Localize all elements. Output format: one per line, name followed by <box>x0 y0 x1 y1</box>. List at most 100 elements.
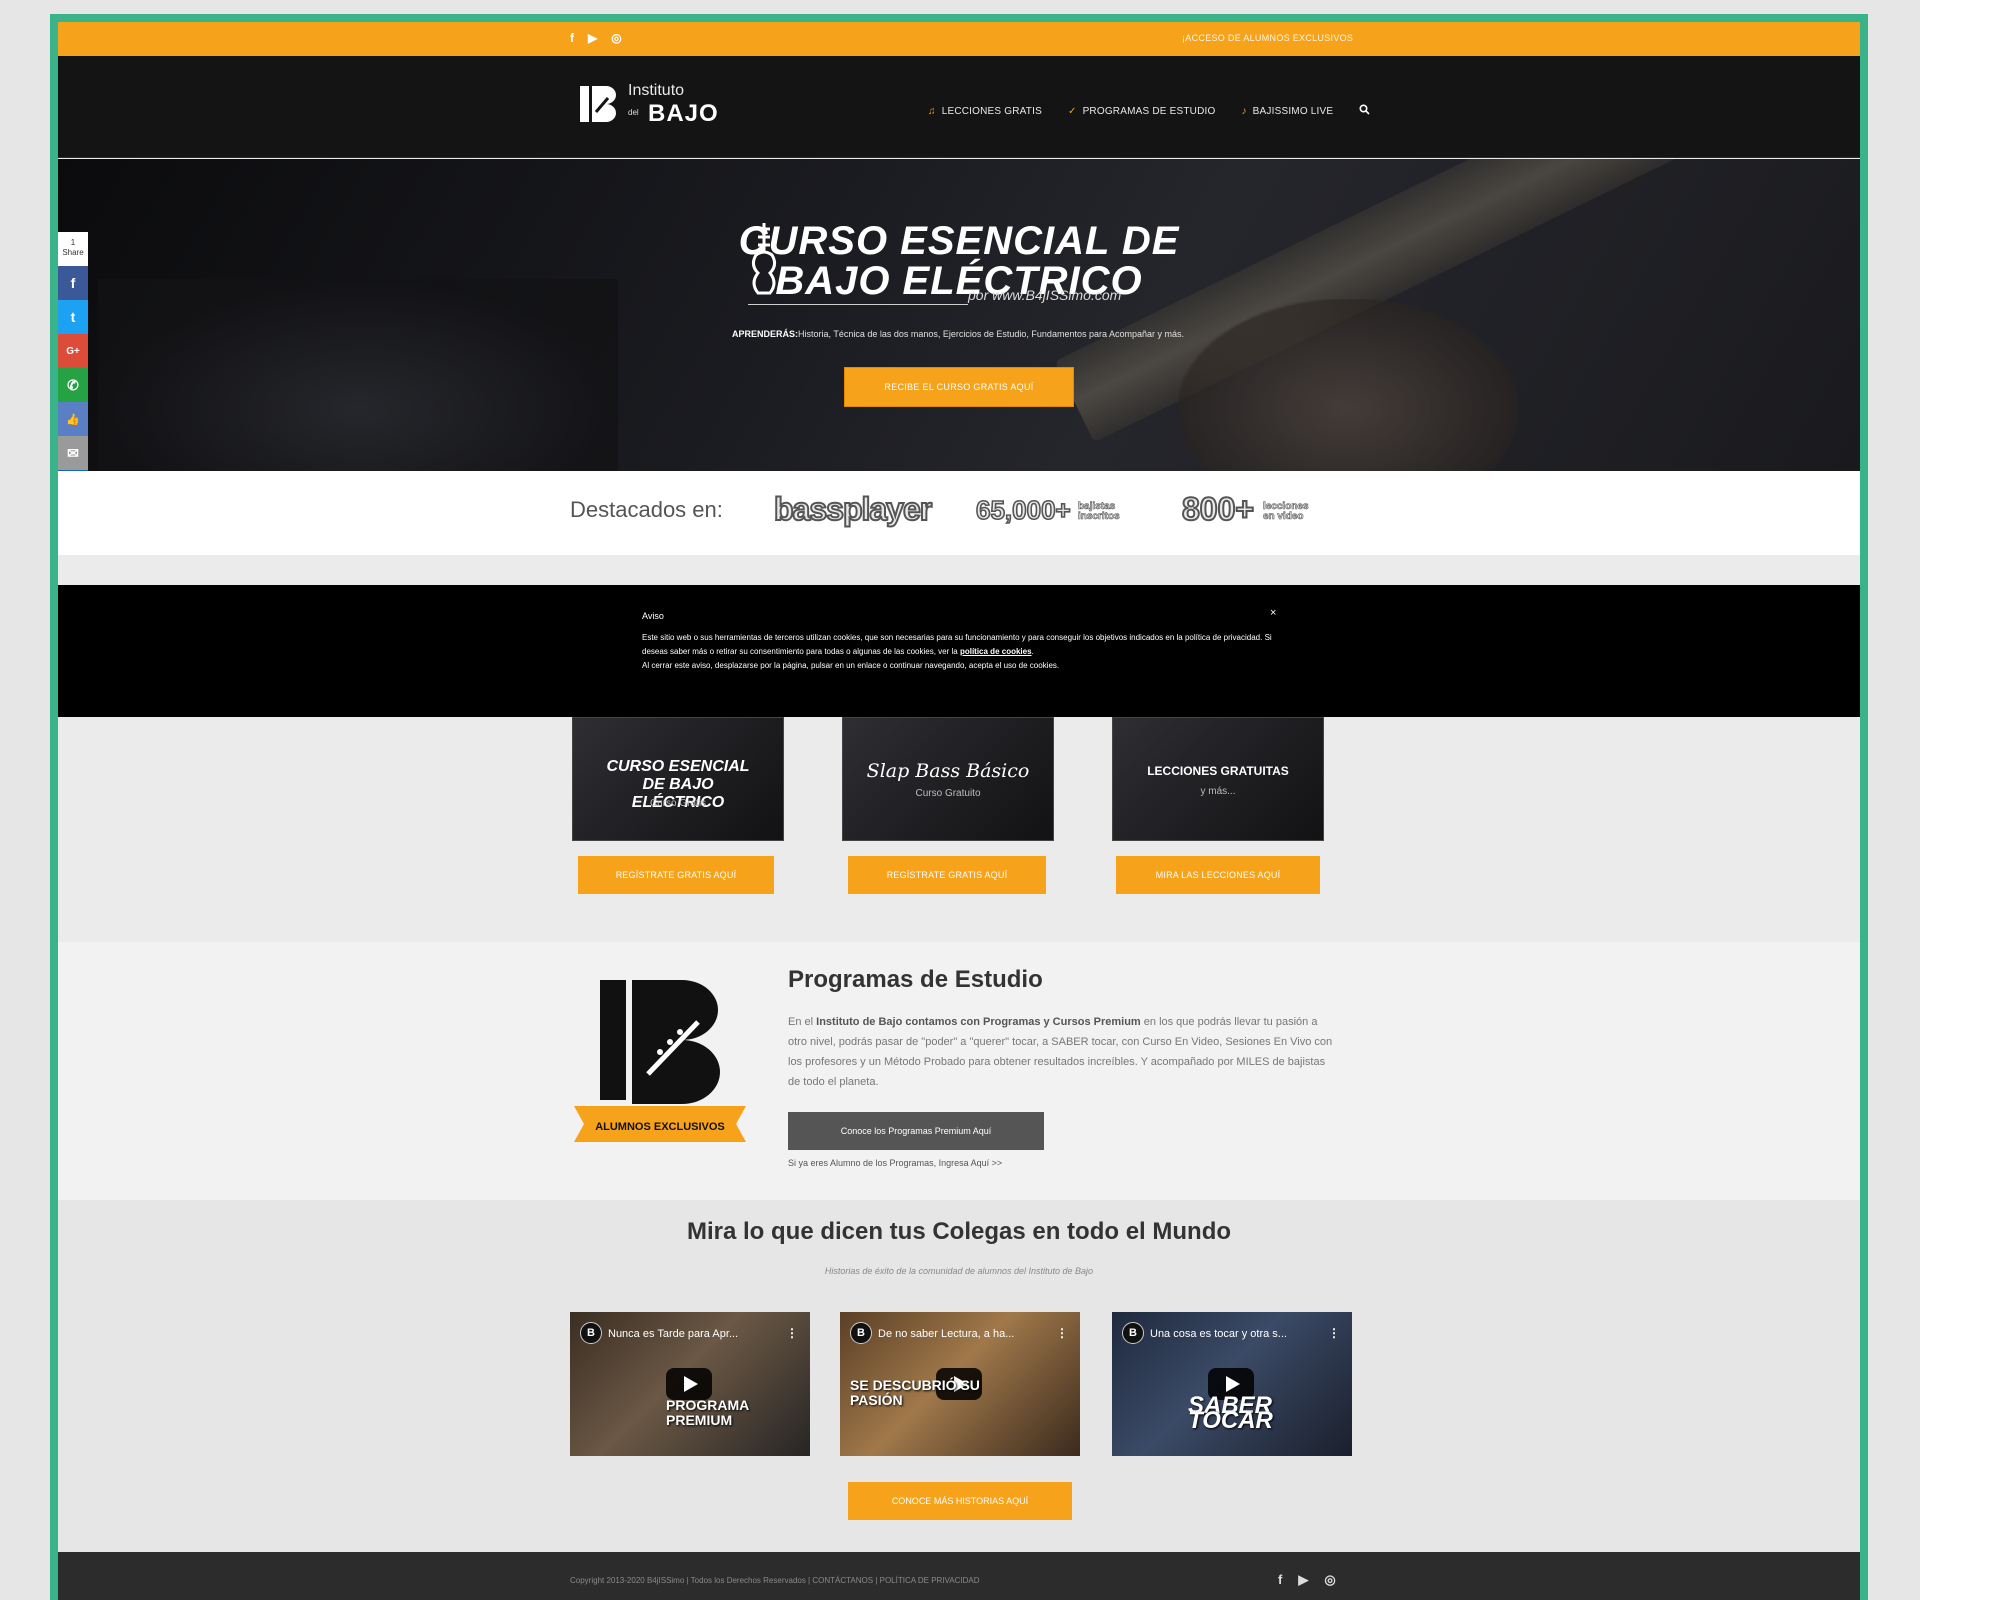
course-card-subtitle: Curso Gratuito <box>915 788 981 799</box>
course-card-title: Slap Bass Básico <box>866 760 1030 782</box>
cookie-text: Este sitio web o sus herramientas de ter… <box>642 633 1272 670</box>
footer-social-links: f ▶ ◎ <box>1278 1572 1336 1588</box>
programs-section: ALUMNOS EXCLUSIVOS Programas de Estudio … <box>58 942 1860 1200</box>
lessons-count-label: lecciones en video <box>1262 500 1309 522</box>
testimonials-subtitle: Historias de éxito de la comunidad de al… <box>824 1266 1094 1276</box>
course-card-subtitle: y más... <box>1200 786 1236 797</box>
testimonials-title: Mira lo que dicen tus Colegas en todo el… <box>686 1218 1232 1245</box>
course-card-subtitle: Curso Gratis <box>649 798 707 809</box>
browser-frame: f ▶ ◎ ¡ACCESO DE ALUMNOS EXCLUSIVOS Inst… <box>50 14 1868 1600</box>
hero-description: APRENDERÁS:Historia, Técnica de las dos … <box>728 327 1188 342</box>
video-embed-2[interactable]: B De no saber Lectura, a ha... ⋮ SE DESC… <box>840 1312 1080 1456</box>
nav-label: LECCIONES GRATIS <box>941 105 1042 117</box>
instagram-icon[interactable]: ◎ <box>611 31 621 45</box>
like-share-icon[interactable]: 👍 <box>58 402 88 436</box>
programs-description: En el Instituto de Bajo contamos con Pro… <box>788 1012 1338 1092</box>
share-count: 1 Share <box>58 232 88 266</box>
lessons-count-badge: 800+ lecciones en video <box>1181 490 1323 528</box>
video-title[interactable]: Una cosa es tocar y otra s... <box>1150 1328 1330 1340</box>
alumnos-exclusivos-badge-icon: ALUMNOS EXCLUSIVOS <box>574 980 746 1142</box>
more-options-icon[interactable]: ⋮ <box>786 1326 798 1340</box>
video-embed-1[interactable]: B Nunca es Tarde para Apr... ⋮ PROGRAMA … <box>570 1312 810 1456</box>
course-card-lecciones[interactable]: LECCIONES GRATUITAS y más... <box>1112 717 1324 841</box>
whatsapp-share-icon[interactable]: ✆ <box>58 368 88 402</box>
video-title[interactable]: Nunca es Tarde para Apr... <box>608 1328 788 1340</box>
hero-title-line-2: BAJO ELÉCTRICO <box>775 259 1143 303</box>
check-icon: ✓ <box>1067 105 1077 117</box>
facebook-icon[interactable]: f <box>1278 1572 1282 1588</box>
get-free-course-button[interactable]: RECIBE EL CURSO GRATIS AQUÍ <box>844 367 1074 407</box>
students-count: 65,000+ <box>975 494 1071 526</box>
facebook-icon[interactable]: f <box>570 31 574 45</box>
student-login-link[interactable]: Si ya eres Alumno de los Programas, Ingr… <box>788 1158 1002 1168</box>
cookie-text-1: Este sitio web o sus herramientas de ter… <box>642 633 1272 656</box>
more-options-icon[interactable]: ⋮ <box>1328 1326 1340 1340</box>
site-footer: Copyright 2013-2020 B4jISSimo | Todos lo… <box>58 1552 1860 1600</box>
video-title[interactable]: De no saber Lectura, a ha... <box>878 1328 1058 1340</box>
play-icon[interactable] <box>666 1368 712 1400</box>
hero-background-hand <box>1178 299 1518 471</box>
youtube-icon[interactable]: ▶ <box>1298 1572 1308 1588</box>
course-card-title: LECCIONES GRATUITAS <box>1147 764 1289 778</box>
instagram-icon[interactable]: ◎ <box>1324 1572 1335 1588</box>
video-overlay-text: SABER TOCAR <box>1188 1392 1273 1434</box>
course-card-slap[interactable]: Slap Bass Básico Curso Gratuito <box>842 717 1054 841</box>
students-count-badge: 65,000+ bajistas inscritos <box>975 494 1122 526</box>
top-social-links: f ▶ ◎ <box>570 31 622 45</box>
video-overlay-text: PROGRAMA PREMIUM <box>666 1397 749 1428</box>
programs-title: Programas de Estudio <box>788 966 1043 993</box>
hero-desc-text: Historia, Técnica de las dos manos, Ejer… <box>797 329 1185 339</box>
badge-text: ALUMNOS EXCLUSIVOS <box>595 1121 725 1133</box>
music-note-icon: ♫ <box>928 105 936 117</box>
premium-programs-button[interactable]: Conoce los Programas Premium Aquí <box>788 1112 1044 1150</box>
close-icon[interactable]: × <box>1270 607 1276 619</box>
email-share-icon[interactable]: ✉ <box>58 436 88 470</box>
course-card-esencial[interactable]: CURSO ESENCIAL DE BAJO ELÉCTRICO Curso G… <box>572 717 784 841</box>
cookie-title: Aviso <box>642 611 664 621</box>
cookie-notice: Aviso × Este sitio web o sus herramienta… <box>58 585 1860 717</box>
nav-label: PROGRAMAS DE ESTUDIO <box>1082 105 1216 117</box>
bassplayer-logo: bassplayer <box>773 490 933 528</box>
nav-item-lecciones[interactable]: ♫ LECCIONES GRATIS <box>928 106 1042 117</box>
register-free-button-1[interactable]: REGÍSTRATE GRATIS AQUÍ <box>578 856 774 894</box>
more-options-icon[interactable]: ⋮ <box>1056 1326 1068 1340</box>
footer-copyright: Copyright 2013-2020 B4jISSimo | Todos lo… <box>570 1576 980 1585</box>
student-access-link[interactable]: ¡ACCESO DE ALUMNOS EXCLUSIVOS <box>1182 33 1353 43</box>
nav-item-bajissimo-live[interactable]: ♪ BAJISSIMO LIVE <box>1241 106 1333 117</box>
search-icon[interactable] <box>1359 104 1370 118</box>
youtube-icon[interactable]: ▶ <box>588 31 597 45</box>
testimonials-section: Mira lo que dicen tus Colegas en todo el… <box>58 1200 1860 1552</box>
hero-byline: por www.B4jISSimo.com <box>968 287 1122 303</box>
hero-title-line-1: CURSO ESENCIAL DE <box>738 219 1180 263</box>
featured-in-strip: Destacados en: bassplayer 65,000+ bajist… <box>58 471 1860 555</box>
featured-label: Destacados en: <box>570 497 723 522</box>
facebook-share-icon[interactable]: f <box>58 266 88 300</box>
nav-label: BAJISSIMO LIVE <box>1252 105 1334 117</box>
programs-text-1: En el <box>788 1016 817 1028</box>
main-nav: ♫ LECCIONES GRATIS ✓ PROGRAMAS DE ESTUDI… <box>928 104 1370 118</box>
twitter-share-icon[interactable]: t <box>58 300 88 334</box>
nav-item-programas[interactable]: ✓ PROGRAMAS DE ESTUDIO <box>1068 106 1216 117</box>
course-cards-section: CURSO ESENCIAL DE BAJO ELÉCTRICO Curso G… <box>58 717 1860 927</box>
cookie-policy-link[interactable]: política de cookies <box>960 647 1032 656</box>
site-header: Instituto BAJO del ♫ LECCIONES GRATIS ✓ … <box>58 56 1860 158</box>
logo-word-del: del <box>628 108 639 117</box>
hero-divider <box>748 304 968 305</box>
google-plus-share-icon[interactable]: G+ <box>58 334 88 368</box>
channel-avatar: B <box>580 1322 602 1344</box>
view-lessons-button[interactable]: MIRA LAS LECCIONES AQUÍ <box>1116 856 1320 894</box>
hero-desc-bold: APRENDERÁS: <box>731 329 798 339</box>
lessons-count: 800+ <box>1181 490 1255 528</box>
top-bar: f ▶ ◎ ¡ACCESO DE ALUMNOS EXCLUSIVOS <box>58 22 1860 56</box>
channel-avatar: B <box>850 1322 872 1344</box>
video-overlay-text: SE DESCUBRIÓ SU PASIÓN <box>850 1377 980 1408</box>
channel-avatar: B <box>1122 1322 1144 1344</box>
register-free-button-2[interactable]: REGÍSTRATE GRATIS AQUÍ <box>848 856 1046 894</box>
site-logo[interactable]: Instituto BAJO del <box>578 82 718 130</box>
hero-title: CURSO ESENCIAL DE BAJO ELÉCTRICO <box>58 221 1860 301</box>
hero-banner: CURSO ESENCIAL DE BAJO ELÉCTRICO por www… <box>58 159 1860 471</box>
share-count-number: 1 <box>70 238 76 247</box>
video-embed-3[interactable]: B Una cosa es tocar y otra s... ⋮ SABER … <box>1112 1312 1352 1456</box>
more-stories-button[interactable]: CONOCE MÁS HISTORIAS AQUÍ <box>848 1482 1072 1520</box>
bass-guitar-icon <box>751 223 777 295</box>
